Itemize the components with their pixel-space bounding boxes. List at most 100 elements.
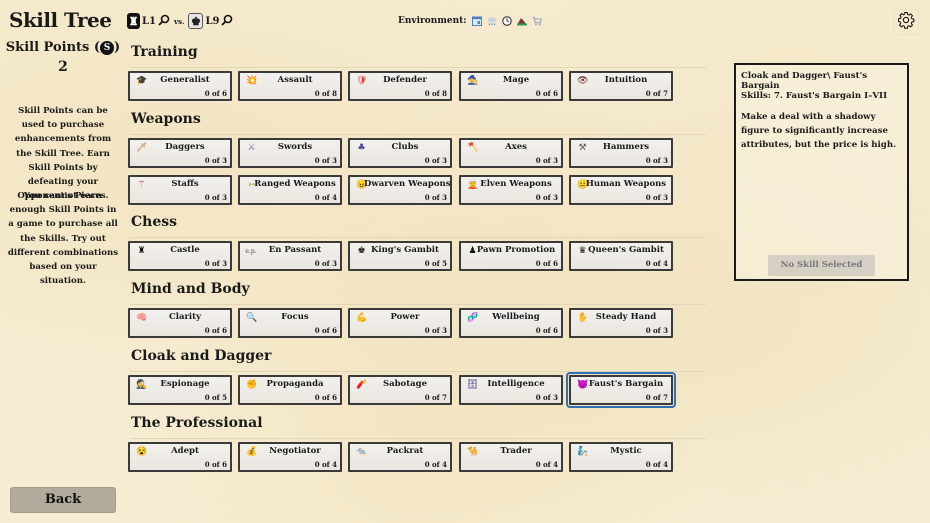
skill-name: King's Gambit [371, 245, 439, 255]
skill-progress: 0 of 3 [535, 156, 558, 165]
skill-card-propaganda[interactable]: ✊ Propaganda 0 of 6 [238, 375, 342, 405]
skill-detail-panel: Cloak and Dagger\ Faust's Bargain Skills… [734, 63, 909, 281]
skill-progress: 0 of 3 [314, 259, 337, 268]
skill-progress: 0 of 3 [645, 193, 668, 202]
skill-name: Swords [277, 142, 313, 152]
skill-card-axes[interactable]: 🪓 Axes 0 of 3 [459, 138, 563, 168]
skill-name: Pawn Promotion [476, 245, 556, 255]
skill-name: Wellbeing [492, 312, 540, 322]
skill-card-wellbeing[interactable]: 🧬 Wellbeing 0 of 6 [459, 308, 563, 338]
skill-card-mystic[interactable]: 🧞 Mystic 0 of 4 [569, 442, 673, 472]
skill-card-en-passant[interactable]: e.p. En Passant 0 of 3 [238, 241, 342, 271]
skill-name: Espionage [160, 379, 210, 389]
skill-name: Generalist [160, 75, 210, 85]
opponent-inspect-search-icon[interactable] [221, 14, 233, 28]
skill-card-generalist[interactable]: 🎓 Generalist 0 of 6 [128, 71, 232, 101]
player-inspect-search-icon[interactable] [158, 14, 170, 28]
detail-description: Make a deal with a shadowy figure to sig… [741, 112, 897, 150]
skill-progress: 0 of 3 [424, 156, 447, 165]
section-divider [130, 371, 706, 372]
section-title: Chess [131, 214, 177, 230]
skill-card-mage[interactable]: 🧙 Mage 0 of 6 [459, 71, 563, 101]
section-title: Weapons [131, 111, 201, 127]
skill-card-pawn-promotion[interactable]: ♟ Pawn Promotion 0 of 6 [459, 241, 563, 271]
skill-name: Focus [281, 312, 309, 322]
skill-name: Dwarven Weapons [364, 179, 451, 189]
section-title: Cloak and Dagger [131, 348, 272, 364]
skill-card-trader[interactable]: 🐪 Trader 0 of 4 [459, 442, 563, 472]
calendar-icon[interactable] [471, 16, 482, 26]
skill-progress: 0 of 6 [204, 460, 227, 469]
skill-progress: 0 of 4 [535, 460, 558, 469]
rain-cloud-icon[interactable] [487, 16, 497, 26]
skill-card-elven-weapons[interactable]: 🧝 Elven Weapons 0 of 3 [459, 175, 563, 205]
skill-points-label: Skill Points (S) [5, 40, 121, 55]
skill-card-clubs[interactable]: ♣ Clubs 0 of 3 [348, 138, 452, 168]
skill-card-swords[interactable]: ⚔ Swords 0 of 3 [238, 138, 342, 168]
skill-name: Staffs [171, 179, 199, 189]
skill-name: Axes [505, 142, 527, 152]
clock-icon[interactable] [501, 16, 512, 26]
skill-card-power[interactable]: 💪 Power 0 of 3 [348, 308, 452, 338]
skill-card-staffs[interactable]: ⚚ Staffs 0 of 3 [128, 175, 232, 205]
section-title: Training [131, 44, 198, 60]
section-divider [130, 438, 706, 439]
skill-name: Hammers [602, 142, 650, 152]
skill-card-defender[interactable]: 🛡 Defender 0 of 8 [348, 71, 452, 101]
skill-name: Clarity [168, 312, 202, 322]
skill-card-king-s-gambit[interactable]: ♚ King's Gambit 0 of 5 [348, 241, 452, 271]
skill-points-value: 2 [58, 59, 68, 75]
skill-progress: 0 of 6 [535, 259, 558, 268]
skill-card-dwarven-weapons[interactable]: 😠 Dwarven Weapons 0 of 3 [348, 175, 452, 205]
settings-button[interactable] [893, 9, 919, 35]
purchase-skill-button[interactable]: No Skill Selected [768, 255, 875, 276]
skill-progress: 0 of 7 [645, 393, 668, 402]
opponent-king-icon: ♚ [188, 13, 204, 29]
skill-name: Intuition [604, 75, 648, 85]
skill-name: Elven Weapons [480, 179, 552, 189]
skill-card-adept[interactable]: 😵 Adept 0 of 6 [128, 442, 232, 472]
skill-card-daggers[interactable]: 🗡 Daggers 0 of 3 [128, 138, 232, 168]
section-divider [130, 237, 706, 238]
skill-name: Daggers [165, 142, 205, 152]
opponent-level: L9 [205, 15, 220, 27]
skill-card-clarity[interactable]: 🧠 Clarity 0 of 6 [128, 308, 232, 338]
skill-progress: 0 of 7 [645, 89, 668, 98]
skill-progress: 0 of 3 [424, 193, 447, 202]
skill-card-castle[interactable]: ♜ Castle 0 of 3 [128, 241, 232, 271]
skill-card-intuition[interactable]: 👁 Intuition 0 of 7 [569, 71, 673, 101]
skill-progress: 0 of 3 [645, 326, 668, 335]
skill-card-assault[interactable]: 💥 Assault 0 of 8 [238, 71, 342, 101]
skill-card-human-weapons[interactable]: 😐 Human Weapons 0 of 3 [569, 175, 673, 205]
skill-progress: 0 of 3 [535, 193, 558, 202]
skill-card-espionage[interactable]: 🕵 Espionage 0 of 5 [128, 375, 232, 405]
skill-card-packrat[interactable]: 🐀 Packrat 0 of 4 [348, 442, 452, 472]
skill-name: Packrat [386, 446, 424, 456]
skill-card-intelligence[interactable]: 🗄 Intelligence 0 of 3 [459, 375, 563, 405]
environment-bar: Environment: [398, 16, 542, 26]
section-divider [130, 304, 706, 305]
skill-card-sabotage[interactable]: 🧨 Sabotage 0 of 7 [348, 375, 452, 405]
skill-name: Castle [170, 245, 200, 255]
skill-progress: 0 of 6 [204, 326, 227, 335]
detail-skills: Skills: 7. Faust's Bargain I–VII [741, 91, 888, 101]
skill-card-queen-s-gambit[interactable]: ♛ Queen's Gambit 0 of 4 [569, 241, 673, 271]
skill-name: Trader [500, 446, 532, 456]
skill-card-steady-hand[interactable]: ✋ Steady Hand 0 of 3 [569, 308, 673, 338]
mountain-icon[interactable] [516, 16, 527, 26]
skill-card-hammers[interactable]: ⚒ Hammers 0 of 3 [569, 138, 673, 168]
coin-icon: S [100, 41, 115, 55]
skill-name: Clubs [391, 142, 419, 152]
skill-card-negotiator[interactable]: 💰 Negotiator 0 of 4 [238, 442, 342, 472]
skill-card-focus[interactable]: 🔍 Focus 0 of 6 [238, 308, 342, 338]
skill-progress: 0 of 6 [314, 326, 337, 335]
skill-progress: 0 of 5 [424, 259, 447, 268]
skill-card-ranged-weapons[interactable]: ➳ Ranged Weapons 0 of 4 [238, 175, 342, 205]
skill-name: En Passant [268, 245, 322, 255]
back-button[interactable]: Back [10, 487, 116, 513]
cart-icon[interactable] [532, 16, 542, 26]
skill-name: Negotiator [269, 446, 321, 456]
skill-name: Defender [383, 75, 427, 85]
gear-icon [897, 11, 915, 33]
skill-card-faust-s-bargain[interactable]: 😈 Faust's Bargain 0 of 7 [566, 372, 676, 408]
